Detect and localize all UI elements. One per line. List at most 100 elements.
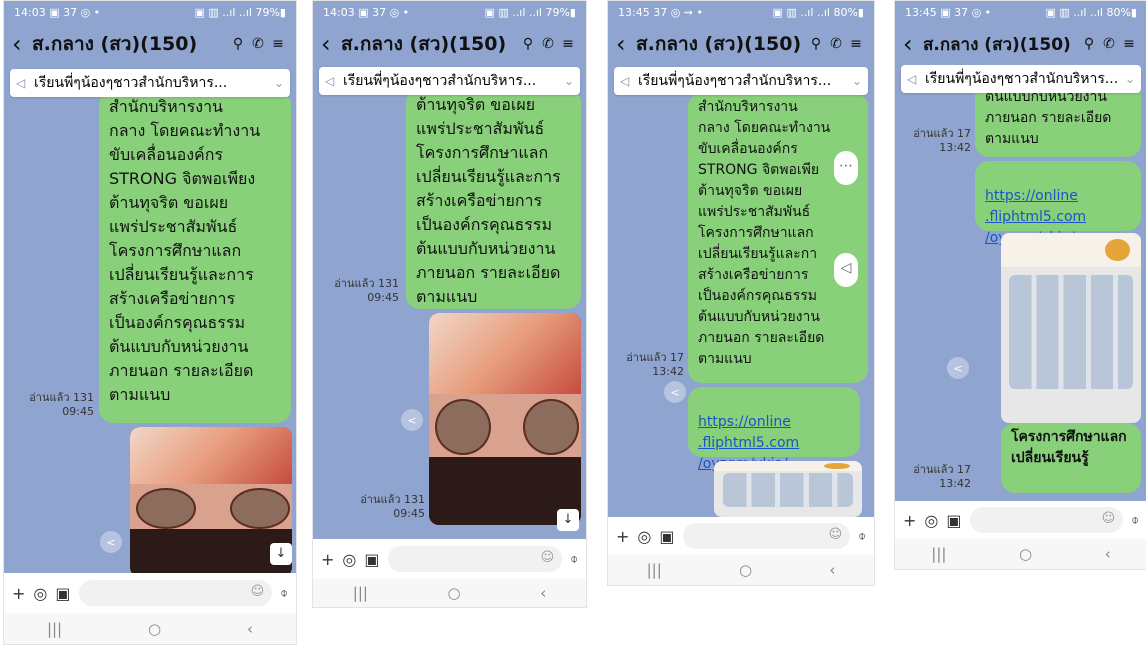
chevron-down-icon[interactable]: ⌄ (564, 74, 574, 88)
menu-icon[interactable]: ≡ (846, 36, 866, 52)
gallery-icon[interactable]: ▣ (659, 527, 674, 546)
back-icon[interactable]: ‹ (616, 30, 636, 58)
share-icon[interactable]: < (100, 531, 122, 553)
pinned-announcement[interactable]: ◁ เรียนพี่ๆน้องๆชาวสำนักบริหาร... ⌄ (10, 69, 290, 97)
more-options-icon[interactable]: ⋯ (834, 151, 858, 185)
gallery-icon[interactable]: ▣ (364, 550, 379, 569)
message-input[interactable]: ☺ (78, 580, 273, 606)
chat-area: ◁ เรียนพี่ๆน้องๆชาวสำนักบริหาร... ⌄ ต้าน… (313, 65, 586, 539)
call-icon[interactable]: ✆ (826, 36, 846, 52)
call-icon[interactable]: ✆ (1099, 36, 1119, 52)
android-nav-bar: ||| ○ ‹ (313, 579, 586, 607)
megaphone-icon: ◁ (16, 76, 26, 90)
camera-icon[interactable]: ◎ (637, 527, 651, 546)
nav-back-icon[interactable]: ‹ (247, 620, 253, 638)
pinned-text: เรียนพี่ๆน้องๆชาวสำนักบริหาร... (343, 73, 537, 89)
emoji-icon[interactable]: ☺ (251, 584, 265, 599)
message-input[interactable]: ☺ (387, 546, 563, 572)
plus-icon[interactable]: + (321, 550, 334, 569)
message-image[interactable] (429, 313, 581, 525)
message-bubble[interactable]: สำนักบริหารงาน กลาง โดยคณะทำงาน ขับเคลื่… (99, 91, 291, 423)
message-image[interactable] (714, 461, 862, 517)
plus-icon[interactable]: + (616, 527, 629, 546)
status-time: 14:03 ▣ 37 ◎ • (14, 5, 101, 19)
home-icon[interactable]: ○ (448, 584, 461, 602)
search-icon[interactable]: ⚲ (806, 36, 826, 52)
home-icon[interactable]: ○ (739, 561, 752, 579)
android-nav-bar: ||| ○ ‹ (608, 555, 874, 585)
nav-back-icon[interactable]: ‹ (540, 584, 546, 602)
status-bar: 14:03 ▣ 37 ◎ • ▣ ▥ ..ıl ..ıl 79%▮ (313, 1, 586, 23)
scroll-down-button[interactable]: ↓ (557, 509, 579, 531)
recent-apps-icon[interactable]: ||| (47, 620, 62, 638)
mic-icon[interactable]: ⌽ (280, 586, 288, 601)
message-bubble[interactable]: ต้นแบบกับหน่วยงาน ภายนอก รายละเอียด ตามแ… (975, 83, 1141, 157)
call-icon[interactable]: ✆ (248, 36, 268, 52)
recent-apps-icon[interactable]: ||| (931, 545, 946, 563)
search-icon[interactable]: ⚲ (228, 36, 248, 52)
plus-icon[interactable]: + (903, 511, 916, 530)
link-bubble[interactable]: https://online .fliphtml5.com /oyzqm/vki… (688, 387, 860, 472)
back-icon[interactable]: ‹ (12, 30, 32, 58)
gallery-icon[interactable]: ▣ (946, 511, 961, 530)
pinned-announcement[interactable]: ◁ เรียนพี่ๆน้องๆชาวสำนักบริหาร... ⌄ (901, 65, 1141, 93)
camera-icon[interactable]: ◎ (33, 584, 47, 603)
menu-icon[interactable]: ≡ (268, 36, 288, 52)
home-icon[interactable]: ○ (148, 620, 161, 638)
emoji-icon[interactable]: ☺ (829, 527, 843, 542)
message-input[interactable]: ☺ (682, 523, 851, 549)
chat-header: ‹ ส.กลาง (สว)(150) ⚲ ✆ ≡ (4, 23, 296, 65)
nav-back-icon[interactable]: ‹ (1105, 545, 1111, 563)
volume-icon[interactable]: ◁ (834, 253, 858, 287)
camera-icon[interactable]: ◎ (342, 550, 356, 569)
mic-icon[interactable]: ⌽ (570, 552, 578, 567)
home-icon[interactable]: ○ (1019, 545, 1032, 563)
status-bar: 14:03 ▣ 37 ◎ • ▣ ▥ ..ıl ..ıl 79%▮ (4, 1, 296, 23)
share-icon[interactable]: < (664, 381, 686, 403)
pinned-announcement[interactable]: ◁ เรียนพี่ๆน้องๆชาวสำนักบริหาร... ⌄ (319, 67, 580, 95)
mic-icon[interactable]: ⌽ (1131, 513, 1139, 528)
chevron-down-icon[interactable]: ⌄ (852, 74, 862, 88)
share-icon[interactable]: < (401, 409, 423, 431)
link-bubble[interactable]: https://online .fliphtml5.com /oyzqm/vki… (975, 161, 1141, 246)
status-bar: 13:45 ▣ 37 ◎ • ▣ ▥ ..ıl ..ıl 80%▮ (895, 1, 1146, 23)
gallery-icon[interactable]: ▣ (55, 584, 70, 603)
chevron-down-icon[interactable]: ⌄ (1125, 72, 1135, 86)
call-icon[interactable]: ✆ (538, 36, 558, 52)
pinned-text: เรียนพี่ๆน้องๆชาวสำนักบริหาร... (638, 73, 832, 89)
emoji-icon[interactable]: ☺ (541, 550, 555, 565)
message-bubble[interactable]: สำนักบริหารงาน กลาง โดยคณะทำงาน ขับเคลื่… (688, 93, 868, 383)
message-bubble[interactable]: ต้านทุจริต ขอเผย แพร่ประชาสัมพันธ์ โครงก… (406, 89, 581, 309)
emoji-icon[interactable]: ☺ (1102, 511, 1116, 526)
pinned-announcement[interactable]: ◁ เรียนพี่ๆน้องๆชาวสำนักบริหาร... ⌄ (614, 67, 868, 95)
chat-title: ส.กลาง (สว)(150) (341, 33, 507, 55)
recent-apps-icon[interactable]: ||| (353, 584, 368, 602)
scroll-down-button[interactable]: ↓ (270, 543, 292, 565)
chat-area: ◁ เรียนพี่ๆน้องๆชาวสำนักบริหาร... ⌄ ต้นแ… (895, 65, 1146, 501)
camera-icon[interactable]: ◎ (924, 511, 938, 530)
status-bar: 13:45 37 ◎ ⇝ • ▣ ▥ ..ıl ..ıl 80%▮ (608, 1, 874, 23)
chat-header: ‹ ส.กลาง (สว)(150) ⚲ ✆ ≡ (313, 23, 586, 65)
search-icon[interactable]: ⚲ (518, 36, 538, 52)
input-bar: + ◎ ▣ ☺ ⌽ (895, 501, 1146, 539)
phone-screen-2: 14:03 ▣ 37 ◎ • ▣ ▥ ..ıl ..ıl 79%▮ ‹ ส.กล… (312, 0, 587, 608)
plus-icon[interactable]: + (12, 584, 25, 603)
status-indicators: ▣ ▥ ..ıl ..ıl 79%▮ (194, 5, 287, 19)
nav-back-icon[interactable]: ‹ (829, 561, 835, 579)
menu-icon[interactable]: ≡ (558, 36, 578, 52)
back-icon[interactable]: ‹ (903, 30, 923, 58)
menu-icon[interactable]: ≡ (1119, 36, 1139, 52)
share-icon[interactable]: < (947, 357, 969, 379)
message-image[interactable] (1001, 233, 1141, 423)
chat-area: ◁ เรียนพี่ๆน้องๆชาวสำนักบริหาร... ⌄ สำนั… (608, 65, 874, 517)
mic-icon[interactable]: ⌽ (858, 529, 866, 544)
chat-header: ‹ ส.กลาง (สว)(150) ⚲ ✆ ≡ (608, 23, 874, 65)
search-icon[interactable]: ⚲ (1079, 36, 1099, 52)
recent-apps-icon[interactable]: ||| (647, 561, 662, 579)
back-icon[interactable]: ‹ (321, 30, 341, 58)
message-input[interactable]: ☺ (969, 507, 1124, 533)
chat-title: ส.กลาง (สว)(150) (32, 33, 198, 55)
message-image[interactable] (130, 427, 292, 573)
image-caption-bubble[interactable]: โครงการศึกษาแลก เปลี่ยนเรียนรู้ (1001, 423, 1141, 493)
chevron-down-icon[interactable]: ⌄ (274, 76, 284, 90)
